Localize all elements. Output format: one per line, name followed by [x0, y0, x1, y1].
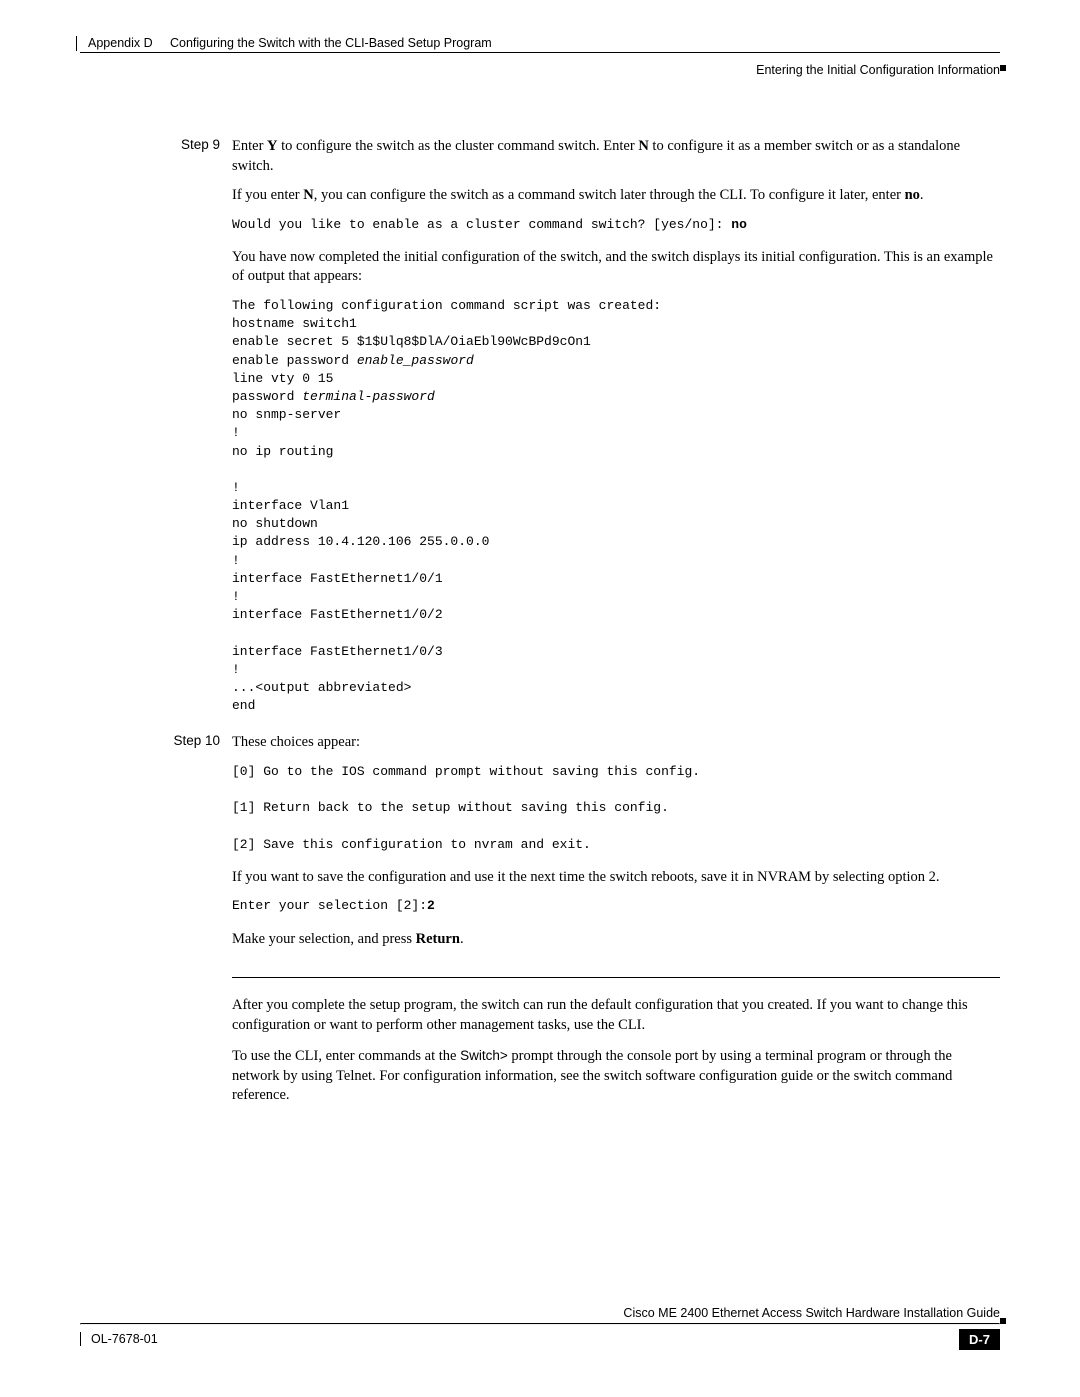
page-number-badge: D-7 — [959, 1329, 1000, 1350]
page-header: Appendix D Configuring the Switch with t… — [80, 36, 1000, 53]
footer-guide-title: Cisco ME 2400 Ethernet Access Switch Har… — [80, 1306, 1000, 1323]
step-9-para-1: Enter Y to configure the switch as the c… — [232, 137, 1000, 176]
step-9-code-1: Would you like to enable as a cluster co… — [232, 216, 1000, 234]
step-9-label: Step 9 — [80, 137, 232, 729]
step-10-para-2: If you want to save the configuration an… — [232, 868, 1000, 888]
step-9-para-3: You have now completed the initial confi… — [232, 248, 1000, 287]
appendix-label: Appendix D — [88, 36, 153, 50]
step-9-code-2: The following configuration command scri… — [232, 297, 1000, 715]
step-10-para-3: Make your selection, and press Return. — [232, 930, 1000, 950]
after-para-1: After you complete the setup program, th… — [232, 996, 1000, 1035]
step-10-label: Step 10 — [80, 733, 232, 959]
step-10-code-2: Enter your selection [2]:2 — [232, 897, 1000, 915]
page-footer: Cisco ME 2400 Ethernet Access Switch Har… — [80, 1306, 1000, 1350]
step-10-para-1: These choices appear: — [232, 733, 1000, 753]
header-left: Appendix D Configuring the Switch with t… — [80, 36, 492, 50]
after-para-2: To use the CLI, enter commands at the Sw… — [232, 1047, 1000, 1106]
switch-prompt: Switch> — [460, 1048, 508, 1063]
chapter-title: Configuring the Switch with the CLI-Base… — [170, 36, 492, 50]
step-9: Step 9 Enter Y to configure the switch a… — [80, 137, 1000, 729]
step-10-code-1: [0] Go to the IOS command prompt without… — [232, 763, 1000, 854]
step-9-para-2: If you enter N, you can configure the sw… — [232, 186, 1000, 206]
section-divider — [232, 977, 1000, 978]
section-title: Entering the Initial Configuration Infor… — [80, 53, 1000, 77]
step-10: Step 10 These choices appear: [0] Go to … — [80, 733, 1000, 959]
footer-ol: OL-7678-01 — [91, 1332, 158, 1346]
